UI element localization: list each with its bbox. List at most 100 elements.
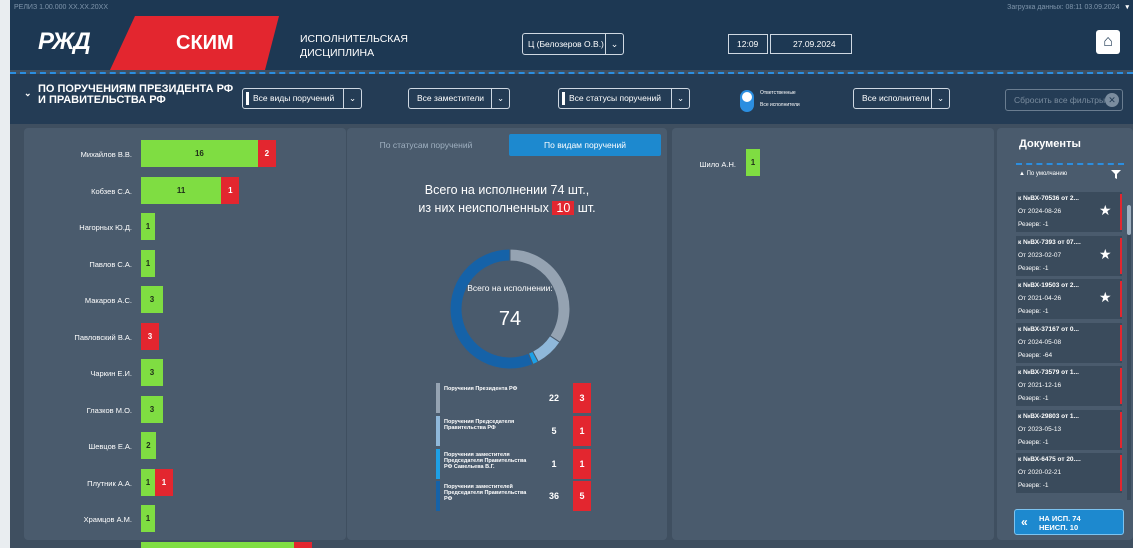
bar-overdue[interactable]: 3 — [141, 322, 159, 350]
document-item[interactable]: к №ВХ-29803 от 1... От 2023-05-13 Резерв… — [1016, 409, 1122, 450]
document-date: От 2024-05-08 — [1018, 338, 1062, 346]
bar-label: Шило А.Н. — [699, 160, 736, 169]
bar-overdue[interactable]: 2 — [257, 140, 276, 167]
legend-row[interactable]: Поручения заместителя Председателя Прави… — [436, 449, 591, 479]
document-title: к №ВХ-37167 от 0... — [1018, 325, 1079, 333]
star-icon[interactable]: ★ — [1099, 246, 1112, 263]
unfulfilled-line: из них неисполненных 10 шт. — [418, 201, 596, 215]
bar-overdue[interactable]: 1 — [221, 176, 240, 204]
bar-label: Павловский В.А. — [74, 332, 132, 342]
user-select-value: Ц (Белозеров О.В.) — [528, 39, 604, 49]
executor-filter-select[interactable]: Все исполнители ⌄ — [853, 88, 950, 109]
filter-icon[interactable] — [1111, 170, 1121, 179]
bar-completed[interactable]: 21 — [141, 541, 295, 548]
chevron-down-icon[interactable]: ▾ — [1125, 4, 1129, 11]
bar-completed[interactable]: 2 — [141, 432, 156, 459]
legend-row[interactable]: Поручения заместителей Председателя Прав… — [436, 481, 591, 511]
document-title: к №ВХ-7393 от 07.... — [1018, 238, 1081, 246]
legend-overdue: 3 — [573, 383, 591, 413]
legend-overdue: 1 — [573, 449, 591, 479]
bar-completed[interactable]: 3 — [141, 286, 163, 313]
document-date: От 2020-02-21 — [1018, 469, 1062, 476]
time-field: 12:09 — [728, 34, 768, 54]
toggle-label-responsible: Ответственные — [760, 90, 796, 96]
bar-completed[interactable]: 3 — [141, 359, 163, 386]
document-reserve: Резерв: -1 — [1018, 438, 1049, 446]
double-chevron-left-icon: « — [1021, 515, 1028, 529]
bar-completed[interactable]: 1 — [141, 213, 155, 240]
date-field[interactable]: 27.09.2024 — [770, 34, 852, 54]
scrollbar[interactable] — [1127, 205, 1131, 500]
document-item[interactable]: к №ВХ-73579 от 1... От 2021-12-16 Резерв… — [1016, 366, 1122, 406]
bar-overdue[interactable]: 3 — [294, 541, 313, 548]
bar-label: Глазков М.О. — [86, 405, 132, 415]
document-reserve: Резерв: -1 — [1018, 308, 1049, 315]
bar-label: Шевцов Е.А. — [88, 442, 132, 451]
document-item[interactable]: к №ВХ-37167 от 0... От 2024-05-08 Резерв… — [1016, 322, 1122, 363]
legend-value: 1 — [551, 459, 557, 469]
bar-label: Павлов С.А. — [89, 259, 132, 269]
bar-completed[interactable]: 3 — [141, 395, 163, 423]
bar-label: Нагорных Ю.Д. — [79, 223, 132, 232]
chevron-down-icon: ⌄ — [671, 89, 689, 108]
bar[interactable]: 1 — [746, 149, 760, 176]
document-reserve: Резерв: -64 — [1018, 351, 1053, 359]
legend-value: 36 — [548, 491, 559, 501]
bar-label: Плутник А.А. — [87, 478, 132, 488]
document-date: От 2023-05-13 — [1018, 425, 1062, 433]
bar-label: Чаркин Е.И. — [90, 369, 132, 378]
bar-label: Макаров А.С. — [84, 296, 132, 305]
executors-chart-panel: Михайлов В.В. 16 2 Кобзев С.А. 11 1 Нагорных Ю… — [24, 128, 346, 548]
legend-row[interactable]: Поручения Президента РФ 22 3 — [436, 383, 591, 413]
sort-default[interactable]: ▲ По умолчанию — [1019, 171, 1067, 177]
header: РЖД СКИМ ИСПОЛНИТЕЛЬСКАЯ ДИСЦИПЛИНА Ц (Б… — [10, 16, 1133, 70]
responsible-toggle[interactable] — [740, 90, 754, 112]
chevron-down-icon: ⌄ — [605, 34, 623, 54]
type-filter-select[interactable]: Все виды поручений ⌄ — [242, 88, 362, 109]
legend-label: Поручения Президента РФ — [444, 386, 518, 392]
documents-title: Документы — [1019, 138, 1081, 150]
document-item[interactable]: к №ВХ-7393 от 07.... От 2023-02-07 Резер… — [1016, 235, 1122, 276]
total-line: Всего на исполнении 74 шт., — [424, 183, 590, 197]
document-title: к №ВХ-19503 от 2... — [1018, 282, 1079, 289]
chevron-down-icon: ⌄ — [931, 89, 949, 108]
deputy-filter-select[interactable]: Все заместители ⌄ — [408, 88, 510, 109]
release-label: РЕЛИЗ 1.00.000 XX.XX.20XX — [14, 4, 109, 11]
star-icon[interactable]: ★ — [1099, 289, 1112, 306]
legend-overdue: 5 — [573, 481, 591, 511]
chevron-down-icon: ⌄ — [491, 89, 509, 108]
tab-by-type[interactable]: По видам поручений — [509, 134, 661, 156]
legend-value: 5 — [551, 426, 557, 436]
legend-label: Поручения Председателя Правительства РФ — [444, 419, 515, 431]
document-item[interactable]: к №ВХ-6475 от 20.... От 2020-02-21 Резер… — [1016, 453, 1122, 493]
document-reserve: Резерв: -1 — [1018, 482, 1049, 489]
bar-overdue[interactable]: 1 — [155, 468, 173, 496]
star-icon[interactable]: ★ — [1099, 202, 1112, 219]
bar-completed[interactable]: 16 — [141, 140, 258, 167]
document-item[interactable]: к №ВХ-70536 от 2... От 2024-08-26 Резерв… — [1016, 192, 1122, 232]
legend-label: Поручения заместителей Председателя Прав… — [444, 484, 527, 502]
bar-label: Храмцов А.М. — [83, 515, 132, 524]
bar-completed[interactable]: 1 — [141, 505, 155, 532]
document-date: От 2021-04-26 — [1018, 295, 1062, 302]
home-button[interactable]: ⌂ — [1096, 30, 1120, 54]
document-title: к №ВХ-29803 от 1... — [1018, 412, 1079, 420]
bar-completed[interactable]: 1 — [141, 249, 155, 277]
toggle-label-all: Все исполнители — [760, 102, 800, 108]
secondary-chart-panel: Шило А.Н. 1 — [672, 128, 994, 540]
release-strip: РЕЛИЗ 1.00.000 XX.XX.20XX Загрузка данны… — [10, 0, 1133, 16]
document-item[interactable]: к №ВХ-19503 от 2... От 2021-04-26 Резерв… — [1016, 279, 1122, 319]
page-title: ИСПОЛНИТЕЛЬСКАЯ ДИСЦИПЛИНА — [300, 33, 408, 59]
reset-filters-button[interactable]: Сбросить все фильтры ✕ — [1005, 89, 1123, 111]
status-filter-select[interactable]: Все статусы поручений ⌄ — [558, 88, 690, 109]
data-load-label: Загрузка данных: 08:11 03.09.2024 — [1007, 4, 1120, 11]
legend-row[interactable]: Поручения Председателя Правительства РФ … — [436, 416, 591, 446]
bar-completed[interactable]: 1 — [141, 468, 155, 496]
user-select[interactable]: Ц (Белозеров О.В.) ⌄ — [522, 33, 624, 55]
home-icon: ⌂ — [1103, 33, 1113, 50]
filter-bar: ⌄ ПО ПОРУЧЕНИЯМ ПРЕЗИДЕНТА РФ И ПРАВИТЕЛ… — [10, 74, 1133, 124]
document-title: к №ВХ-70536 от 2... — [1018, 195, 1079, 202]
summary-button[interactable]: « НА ИСП. 74 НЕИСП. 10 — [1014, 509, 1124, 535]
tab-by-status[interactable]: По статусам поручений — [347, 134, 505, 156]
bar-completed[interactable]: 11 — [141, 176, 222, 204]
